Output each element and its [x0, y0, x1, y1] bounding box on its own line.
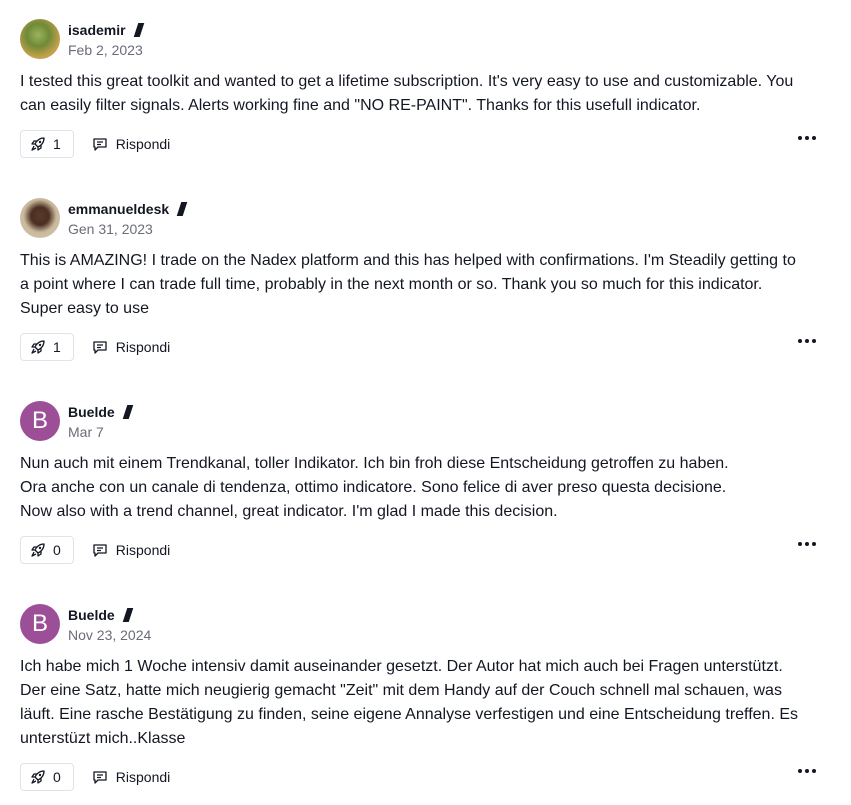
more-options-icon[interactable] [798, 769, 816, 773]
reply-label: Rispondi [115, 339, 171, 355]
comment-date: Nov 23, 2024 [68, 627, 152, 643]
avatar[interactable]: B [20, 401, 60, 441]
avatar[interactable]: B [20, 604, 60, 644]
avatar[interactable] [20, 19, 60, 59]
author-badge-icon [133, 23, 144, 37]
comment: B Buelde Mar 7 Nun auch mit einem Trendk… [20, 400, 820, 564]
author-badge-icon [122, 405, 133, 419]
comment: emmanueldesk Gen 31, 2023 This is AMAZIN… [20, 197, 820, 361]
avatar[interactable] [20, 198, 60, 238]
comment: isademir Feb 2, 2023 I tested this great… [20, 18, 820, 158]
author-name[interactable]: Buelde [68, 404, 115, 420]
author-name[interactable]: isademir [68, 22, 126, 38]
boost-count: 0 [53, 542, 61, 558]
comment-icon [93, 341, 107, 354]
boost-button[interactable]: 1 [20, 130, 74, 158]
comment-date: Gen 31, 2023 [68, 221, 153, 237]
boost-count: 1 [53, 339, 61, 355]
more-options-icon[interactable] [798, 542, 816, 546]
rocket-icon [31, 770, 45, 784]
reply-label: Rispondi [115, 136, 171, 152]
reply-button[interactable]: Rispondi [92, 136, 170, 152]
author-name[interactable]: emmanueldesk [68, 201, 169, 217]
reply-button[interactable]: Rispondi [92, 542, 170, 558]
author-badge-icon [122, 608, 133, 622]
reply-label: Rispondi [115, 769, 171, 785]
boost-button[interactable]: 0 [20, 536, 74, 564]
comment-icon [93, 771, 107, 784]
comment: B Buelde Nov 23, 2024 Ich habe mich 1 Wo… [20, 603, 820, 791]
comment-date: Feb 2, 2023 [68, 42, 143, 58]
rocket-icon [31, 137, 45, 151]
comment-text: This is AMAZING! I trade on the Nadex pl… [20, 252, 796, 317]
author-badge-icon [176, 202, 188, 216]
boost-button[interactable]: 0 [20, 763, 74, 791]
reply-button[interactable]: Rispondi [92, 339, 170, 355]
more-options-icon[interactable] [798, 339, 816, 343]
boost-count: 0 [53, 769, 61, 785]
comment-icon [93, 138, 107, 151]
reply-button[interactable]: Rispondi [92, 769, 170, 785]
comment-date: Mar 7 [68, 424, 104, 440]
comment-text: I tested this great toolkit and wanted t… [20, 73, 794, 114]
boost-count: 1 [53, 136, 61, 152]
comment-text: Nun auch mit einem Trendkanal, toller In… [20, 455, 729, 520]
author-name[interactable]: Buelde [68, 607, 115, 623]
boost-button[interactable]: 1 [20, 333, 74, 361]
rocket-icon [31, 543, 45, 557]
rocket-icon [31, 340, 45, 354]
comment-icon [93, 544, 107, 557]
more-options-icon[interactable] [798, 136, 816, 140]
reply-label: Rispondi [115, 542, 171, 558]
comment-text: Ich habe mich 1 Woche intensiv damit aus… [20, 658, 799, 747]
